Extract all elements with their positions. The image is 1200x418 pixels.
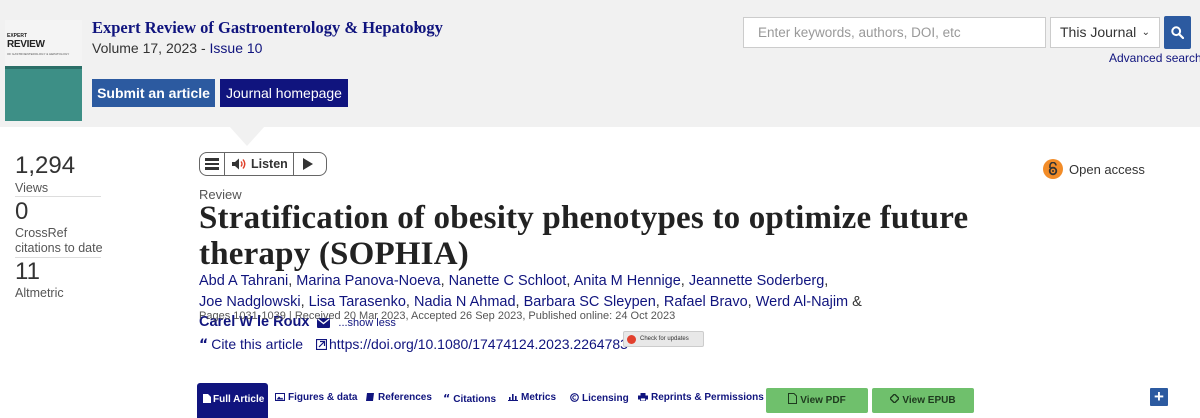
play-icon[interactable] (303, 158, 313, 170)
speaker-icon (232, 158, 246, 170)
journal-title-link[interactable]: Expert Review of Gastroenterology & Hepa… (92, 18, 443, 38)
external-link-icon (315, 338, 328, 351)
views-label: Views (15, 181, 49, 195)
tab-label: References (378, 392, 432, 403)
author-list: Abd A Tahrani, Marina Panova-Noeva, Nane… (199, 273, 862, 330)
check-for-updates-badge[interactable]: Check for updates (623, 331, 704, 347)
divider (15, 196, 101, 197)
copyright-icon (570, 393, 579, 402)
printer-icon (638, 393, 648, 402)
tab-licensing[interactable]: Licensing (570, 392, 629, 404)
listen-widget: Listen (199, 152, 327, 176)
document-icon (203, 394, 211, 403)
tab-label: Reprints & Permissions (651, 392, 764, 403)
article-title: Stratification of obesity phenotypes to … (199, 200, 969, 272)
publication-info: Pages 1031-1039 | Received 20 Mar 2023, … (199, 310, 676, 322)
volume-issue-line: Volume 17, 2023 - Issue 10 (92, 40, 262, 56)
crossref-label: CrossRef citations to date (15, 226, 103, 255)
tab-full-article[interactable]: Full Article (197, 383, 268, 418)
tab-label: Figures & data (288, 392, 358, 403)
author-link[interactable]: Jeannette Soderberg (689, 273, 824, 289)
journal-homepage-button[interactable]: Journal homepage (220, 79, 348, 107)
image-icon (275, 393, 285, 401)
search-scope-value: This Journal (1060, 24, 1137, 40)
cite-article-link[interactable]: “Cite this article (199, 336, 303, 353)
tab-reprints-permissions[interactable]: Reprints & Permissions (638, 392, 764, 403)
tab-label: Licensing (582, 393, 629, 404)
view-epub-label: View EPUB (902, 395, 956, 406)
author-link[interactable]: Marina Panova-Noeva (296, 273, 440, 289)
plus-icon[interactable]: + (1150, 388, 1168, 406)
tab-citations[interactable]: “Citations (443, 392, 496, 405)
crossref-count: 0 (15, 198, 29, 225)
pdf-icon (788, 393, 798, 404)
header-pointer (229, 126, 265, 146)
search-input[interactable]: Enter keywords, authors, DOI, etc (743, 17, 1046, 48)
tab-references[interactable]: References (365, 392, 432, 403)
search-icon (1171, 26, 1184, 39)
menu-icon[interactable] (200, 153, 225, 175)
check-updates-label: Check for updates (640, 336, 689, 342)
author-link[interactable]: Lisa Tarasenko (309, 294, 406, 310)
issue-link[interactable]: Issue 10 (210, 40, 263, 56)
submit-article-button[interactable]: Submit an article (92, 79, 215, 107)
altmetric-count[interactable]: 11 (15, 258, 40, 286)
bar-chart-icon (508, 394, 518, 401)
author-link[interactable]: Abd A Tahrani (199, 273, 288, 289)
author-link[interactable]: Anita M Hennige (574, 273, 681, 289)
tab-label: Full Article (213, 394, 265, 405)
cover-text-line3: OF GASTROENTEROLOGY & HEPATOLOGY (7, 52, 70, 56)
author-link[interactable]: Joe Nadglowski (199, 294, 301, 310)
journal-cover-image[interactable]: EXPERT REVIEW OF GASTROENTEROLOGY & HEPA… (5, 20, 82, 121)
chevron-down-icon: ⌄ (1141, 27, 1150, 38)
advanced-search-link[interactable]: Advanced search (1109, 51, 1200, 65)
open-access-label: Open access (1069, 162, 1145, 177)
tab-figures-data[interactable]: Figures & data (275, 392, 357, 403)
views-count: 1,294 (15, 152, 76, 179)
volume-text: Volume 17, 2023 - (92, 40, 210, 56)
quote-icon: “ (443, 392, 451, 405)
view-epub-button[interactable]: View EPUB (872, 388, 974, 413)
book-icon (366, 393, 374, 401)
tab-metrics[interactable]: Metrics (508, 392, 556, 403)
author-link[interactable]: Nanette C Schloot (449, 273, 567, 289)
author-link[interactable]: Werd Al-Najim (756, 294, 848, 310)
chevron-right-icon[interactable]: › (415, 18, 420, 35)
view-pdf-label: View PDF (800, 395, 846, 406)
cite-label: Cite this article (211, 336, 304, 352)
crossmark-icon (627, 335, 636, 344)
author-ampersand: & (852, 293, 862, 310)
cover-text-line2: REVIEW (7, 39, 45, 50)
tab-label: Citations (453, 394, 497, 405)
search-button[interactable] (1164, 16, 1191, 49)
listen-button[interactable]: Listen (225, 153, 294, 175)
tab-label: Metrics (521, 392, 557, 403)
view-pdf-button[interactable]: View PDF (766, 388, 868, 413)
doi-link[interactable]: https://doi.org/10.1080/17474124.2023.22… (315, 336, 628, 352)
author-link[interactable]: Nadia N Ahmad (414, 294, 516, 310)
altmetric-label: Altmetric (15, 286, 64, 300)
author-link[interactable]: Barbara SC Sleypen (524, 294, 656, 310)
quote-icon: “ (199, 337, 209, 353)
search-scope-select[interactable]: This Journal ⌄ (1050, 17, 1160, 48)
author-link[interactable]: Rafael Bravo (664, 294, 748, 310)
epub-icon (889, 393, 901, 404)
open-access-icon (1043, 159, 1063, 179)
doi-text: https://doi.org/10.1080/17474124.2023.22… (329, 336, 628, 352)
listen-label: Listen (251, 157, 288, 171)
